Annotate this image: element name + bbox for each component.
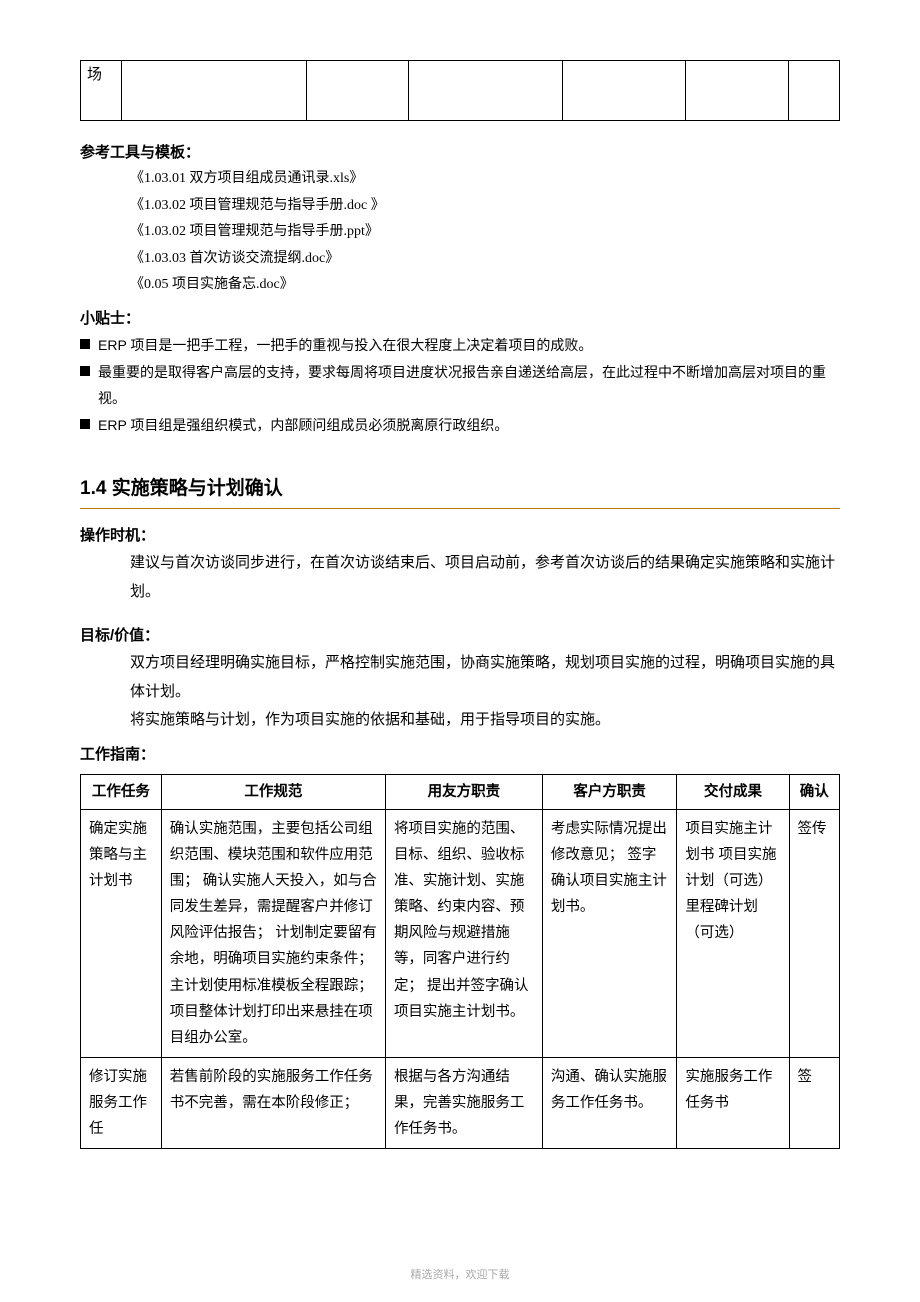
value-text-1: 双方项目经理明确实施目标，严格控制实施范围，协商实施策略，规划项目实施的过程，明… — [80, 649, 840, 706]
ref-tool-item: 《1.03.02 项目管理规范与指导手册.ppt》 — [130, 219, 840, 246]
th-confirm: 确认 — [789, 774, 839, 809]
table-row: 确定实施策略与主计划书 确认实施范围，主要包括公司组织范围、模块范围和软件应用范… — [81, 809, 840, 1057]
bullet-icon — [80, 419, 90, 429]
cell-spec: 确认实施范围，主要包括公司组织范围、模块范围和软件应用范围； 确认实施人天投入，… — [161, 809, 385, 1057]
top-cell-empty — [788, 61, 839, 121]
tip-text: 最重要的是取得客户高层的支持，要求每周将项目进度状况报告亲自递送给高层，在此过程… — [98, 359, 840, 412]
cell-confirm: 签 — [789, 1057, 839, 1148]
bullet-icon — [80, 366, 90, 376]
timing-label: 操作时机： — [80, 524, 840, 545]
cell-confirm: 签传 — [789, 809, 839, 1057]
top-cell-empty — [563, 61, 686, 121]
page-footer: 精选资料，欢迎下载 — [0, 1266, 920, 1282]
cell-cust: 沟通、确认实施服务工作任务书。 — [542, 1057, 677, 1148]
tip-item: ERP 项目是一把手工程，一把手的重视与投入在很大程度上决定着项目的成败。 — [80, 332, 840, 359]
divider — [80, 508, 840, 509]
top-cell-empty — [686, 61, 789, 121]
section-title: 1.4 实施策略与计划确认 — [80, 473, 840, 500]
tips-list: ERP 项目是一把手工程，一把手的重视与投入在很大程度上决定着项目的成败。 最重… — [80, 332, 840, 438]
ref-tool-item: 《1.03.03 首次访谈交流提纲.doc》 — [130, 246, 840, 273]
work-guide-table: 工作任务 工作规范 用友方职责 客户方职责 交付成果 确认 确定实施策略与主计划… — [80, 774, 840, 1149]
ref-tool-item: 《1.03.02 项目管理规范与指导手册.doc 》 — [130, 193, 840, 220]
th-uf: 用友方职责 — [385, 774, 542, 809]
table-row: 修订实施服务工作任 若售前阶段的实施服务工作任务书不完善，需在本阶段修正； 根据… — [81, 1057, 840, 1148]
th-task: 工作任务 — [81, 774, 162, 809]
th-spec: 工作规范 — [161, 774, 385, 809]
document-page: 场 参考工具与模板： 《1.03.01 双方项目组成员通讯录.xls》 《1.0… — [0, 0, 920, 1302]
ref-tools-list: 《1.03.01 双方项目组成员通讯录.xls》 《1.03.02 项目管理规范… — [80, 166, 840, 299]
top-fragment-table: 场 — [80, 60, 840, 121]
cell-spec: 若售前阶段的实施服务工作任务书不完善，需在本阶段修正； — [161, 1057, 385, 1148]
top-cell-empty — [409, 61, 563, 121]
tip-text: ERP 项目组是强组织模式，内部顾问组成员必须脱离原行政组织。 — [98, 412, 508, 439]
tip-item: 最重要的是取得客户高层的支持，要求每周将项目进度状况报告亲自递送给高层，在此过程… — [80, 359, 840, 412]
tip-text: ERP 项目是一把手工程，一把手的重视与投入在很大程度上决定着项目的成败。 — [98, 332, 592, 359]
th-cust: 客户方职责 — [542, 774, 677, 809]
value-label: 目标/价值： — [80, 624, 840, 645]
tip-item: ERP 项目组是强组织模式，内部顾问组成员必须脱离原行政组织。 — [80, 412, 840, 439]
cell-uf: 根据与各方沟通结果，完善实施服务工作任务书。 — [385, 1057, 542, 1148]
top-cell-empty — [306, 61, 409, 121]
cell-deliver: 项目实施主计划书 项目实施计划（可选） 里程碑计划（可选） — [677, 809, 789, 1057]
value-text-2: 将实施策略与计划，作为项目实施的依据和基础，用于指导项目的实施。 — [80, 706, 840, 735]
cell-deliver: 实施服务工作任务书 — [677, 1057, 789, 1148]
bullet-icon — [80, 339, 90, 349]
cell-task: 确定实施策略与主计划书 — [81, 809, 162, 1057]
timing-text: 建议与首次访谈同步进行，在首次访谈结束后、项目启动前，参考首次访谈后的结果确定实… — [80, 549, 840, 606]
top-cell-chang: 场 — [81, 61, 122, 121]
top-cell-empty — [122, 61, 307, 121]
ref-tool-item: 《1.03.01 双方项目组成员通讯录.xls》 — [130, 166, 840, 193]
cell-task: 修订实施服务工作任 — [81, 1057, 162, 1148]
cell-uf: 将项目实施的范围、目标、组织、验收标准、实施计划、实施策略、约束内容、预期风险与… — [385, 809, 542, 1057]
table-header-row: 工作任务 工作规范 用友方职责 客户方职责 交付成果 确认 — [81, 774, 840, 809]
ref-tool-item: 《0.05 项目实施备忘.doc》 — [130, 272, 840, 299]
ref-tools-label: 参考工具与模板： — [80, 141, 840, 162]
tips-label: 小贴士： — [80, 307, 840, 328]
cell-cust: 考虑实际情况提出修改意见； 签字确认项目实施主计划书。 — [542, 809, 677, 1057]
guide-label: 工作指南： — [80, 743, 840, 764]
th-deliver: 交付成果 — [677, 774, 789, 809]
